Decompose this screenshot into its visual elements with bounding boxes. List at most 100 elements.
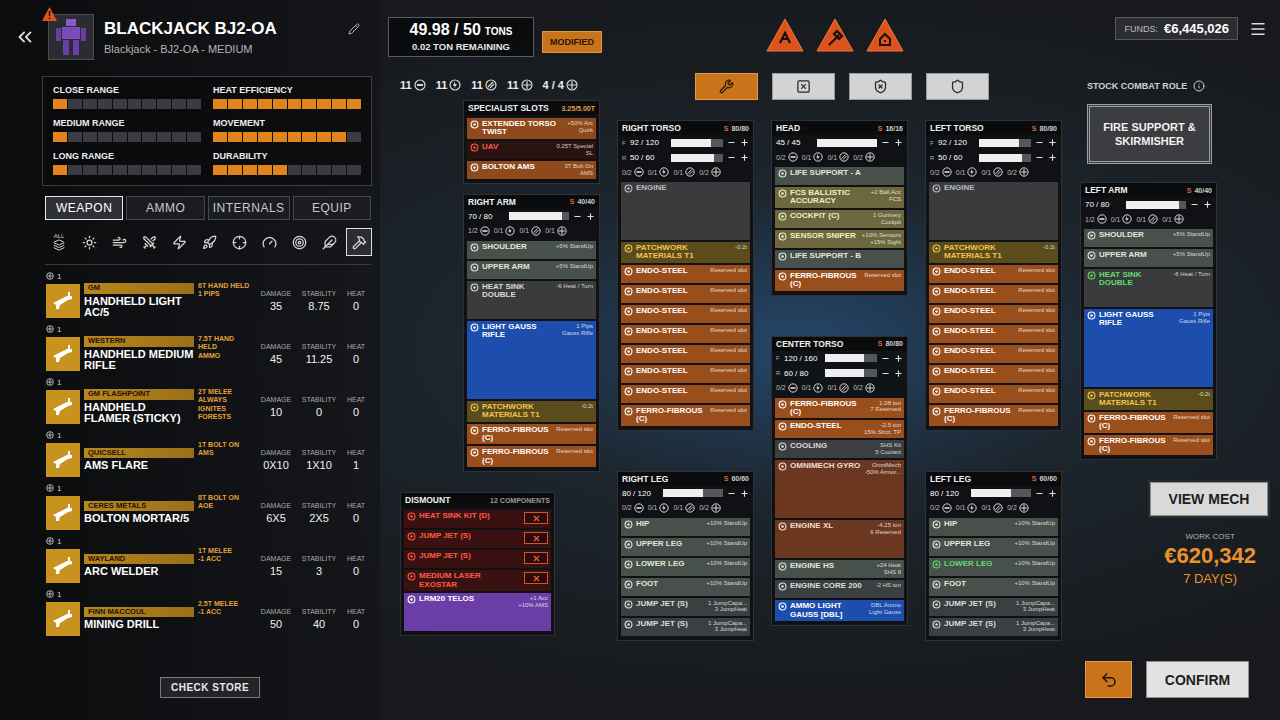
tool-button[interactable]: [849, 73, 912, 100]
component-slot[interactable]: ENDO-STEELReserved slot: [929, 265, 1058, 283]
armor-bar[interactable]: [671, 139, 723, 147]
armor-increase-button[interactable]: [893, 138, 903, 148]
component-slot[interactable]: ENDO-STEELReserved slot: [621, 365, 750, 383]
filter-button[interactable]: [166, 228, 192, 256]
component-slot[interactable]: JUMP JET (S)1 JumpCapa...3 JumpHeat: [621, 598, 750, 616]
danger-warning-icon[interactable]: [865, 17, 905, 53]
dismount-item[interactable]: JUMP JET (S): [404, 530, 551, 548]
component-slot[interactable]: FERRO-FIBROUS (C)1.08 ton7 Reserved: [775, 398, 904, 419]
dismount-item[interactable]: HEAT SINK KIT (D): [404, 510, 551, 528]
armor-increase-button[interactable]: [1047, 138, 1057, 148]
component-slot[interactable]: ENGINE CORE 200-2 HS ton: [775, 580, 904, 598]
component-slot[interactable]: JUMP JET (S)1 JumpCapa...3 JumpHeat: [621, 618, 750, 636]
armor-bar[interactable]: [663, 489, 723, 497]
armor-increase-button[interactable]: [893, 353, 903, 363]
armor-decrease-button[interactable]: [1034, 153, 1044, 163]
filter-button[interactable]: [106, 228, 132, 256]
weapon-entry[interactable]: 1GMHANDHELD LIGHT AC/56T HAND HELD1 PIPS…: [46, 271, 368, 320]
component-slot[interactable]: ENGINE: [929, 182, 1058, 240]
armor-bar[interactable]: [825, 369, 877, 377]
component-slot[interactable]: COOLINGSHS Kit5 Coolant: [775, 440, 904, 458]
component-slot[interactable]: FERRO-FIBROUS (C)Reserved slot: [1084, 435, 1213, 456]
armor-bar[interactable]: [509, 212, 569, 220]
weapon-entry[interactable]: 1GM FLASHPOINTHANDHELD FLAMER (STICKY)2T…: [46, 377, 368, 426]
armor-bar[interactable]: [817, 139, 877, 147]
armor-bar[interactable]: [979, 154, 1031, 162]
component-slot[interactable]: ENDO-STEEL-2.5 ton15% Strct. TP: [775, 420, 904, 438]
filter-button[interactable]: ALL: [46, 228, 72, 256]
component-slot[interactable]: PATCHWORK MATERIALS T1-0.2t: [1084, 389, 1213, 410]
component-slot[interactable]: LIFE SUPPORT - B: [775, 250, 904, 268]
remove-button[interactable]: [524, 512, 548, 524]
component-slot[interactable]: FERRO-FIBROUS (C)Reserved slot: [467, 446, 596, 467]
armor-increase-button[interactable]: [1047, 488, 1057, 498]
component-slot[interactable]: HIP+10% StandUp: [621, 518, 750, 536]
component-slot[interactable]: ENDO-STEELReserved slot: [621, 385, 750, 403]
edit-icon[interactable]: [348, 23, 360, 35]
component-slot[interactable]: FOOT+10% StandUp: [621, 578, 750, 596]
component-slot[interactable]: ENDO-STEELReserved slot: [621, 285, 750, 303]
check-store-button[interactable]: CHECK STORE: [160, 677, 260, 698]
armor-bar[interactable]: [825, 354, 877, 362]
component-slot[interactable]: PATCHWORK MATERIALS T1-0.2t: [621, 242, 750, 263]
armor-decrease-button[interactable]: [880, 138, 890, 148]
armor-increase-button[interactable]: [1047, 153, 1057, 163]
armor-increase-button[interactable]: [893, 368, 903, 378]
component-slot[interactable]: HEAT SINK DOUBLE-6 Heat / Turn: [467, 281, 596, 319]
armor-increase-button[interactable]: [739, 138, 749, 148]
filter-button[interactable]: [76, 228, 102, 256]
weapon-entry[interactable]: 1CERES METALSBOLTON MORTAR/58T BOLT ONAO…: [46, 483, 368, 532]
armor-bar[interactable]: [971, 489, 1031, 497]
armor-decrease-button[interactable]: [726, 488, 736, 498]
component-slot[interactable]: ENDO-STEELReserved slot: [621, 265, 750, 283]
weapon-entry[interactable]: 1QUICSELLAMS FLARE1T BOLT ONAMSDAMAGE0X1…: [46, 430, 368, 479]
component-slot[interactable]: PATCHWORK MATERIALS T1-0.2t: [929, 242, 1058, 263]
armor-increase-button[interactable]: [739, 153, 749, 163]
armor-decrease-button[interactable]: [726, 138, 736, 148]
component-slot[interactable]: ENDO-STEELReserved slot: [929, 285, 1058, 303]
back-button[interactable]: [12, 24, 38, 50]
filter-button[interactable]: [226, 228, 252, 256]
component-slot[interactable]: SENSOR SNIPER+10% Sensors+15% Sight: [775, 230, 904, 248]
component-slot[interactable]: ENDO-STEELReserved slot: [621, 345, 750, 363]
component-slot[interactable]: FERRO-FIBROUS (C)Reserved slot: [929, 405, 1058, 426]
weapon-entry[interactable]: 1FINN MACCOULMINING DRILL2.5T MELEE-1 AC…: [46, 589, 368, 638]
component-slot[interactable]: LOWER LEG+10% StandUp: [929, 558, 1058, 576]
component-slot[interactable]: LIGHT GAUSS RIFLE1 PipsGauss Rifle: [467, 321, 596, 399]
component-slot[interactable]: HEAT SINK DOUBLE-6 Heat / Turn: [1084, 269, 1213, 307]
component-slot[interactable]: ENGINE HS+24 HeatSHS 8: [775, 560, 904, 578]
filter-button[interactable]: [136, 228, 162, 256]
component-slot[interactable]: COCKPIT (C)1 GunneryCockpit: [775, 210, 904, 228]
view-mech-button[interactable]: VIEW MECH: [1150, 482, 1268, 516]
remove-button[interactable]: [524, 572, 548, 584]
repair-warning-icon[interactable]: [815, 17, 855, 53]
specialist-item[interactable]: BOLTON AMS3T Bolt OnAMS: [467, 161, 596, 179]
armor-decrease-button[interactable]: [880, 353, 890, 363]
component-slot[interactable]: UPPER LEG+10% StandUp: [621, 538, 750, 556]
armor-decrease-button[interactable]: [572, 211, 582, 221]
armor-bar[interactable]: [1126, 201, 1186, 209]
component-slot[interactable]: FOOT+10% StandUp: [929, 578, 1058, 596]
remove-button[interactable]: [524, 532, 548, 544]
component-slot[interactable]: HIP+10% StandUp: [929, 518, 1058, 536]
dismount-item[interactable]: JUMP JET (S): [404, 550, 551, 568]
component-slot[interactable]: LIGHT GAUSS RIFLE1 PipsGauss Rifle: [1084, 309, 1213, 387]
component-slot[interactable]: LIFE SUPPORT - A: [775, 167, 904, 185]
component-slot[interactable]: SHOULDER+5% StandUp: [1084, 229, 1213, 247]
component-slot[interactable]: UPPER ARM+5% StandUp: [467, 261, 596, 279]
filter-button[interactable]: [316, 228, 342, 256]
filter-button[interactable]: [256, 228, 282, 256]
weapon-entry[interactable]: 1WESTERNHANDHELD MEDIUM RIFLE7.5T HAND H…: [46, 324, 368, 373]
component-slot[interactable]: PATCHWORK MATERIALS T1-0.2t: [467, 401, 596, 422]
component-slot[interactable]: UPPER ARM+5% StandUp: [1084, 249, 1213, 267]
filter-button[interactable]: [346, 228, 372, 256]
armor-increase-button[interactable]: [1202, 200, 1212, 210]
armor-bar[interactable]: [671, 154, 723, 162]
armor-increase-button[interactable]: [739, 488, 749, 498]
armor-decrease-button[interactable]: [1189, 200, 1199, 210]
confirm-button[interactable]: CONFIRM: [1146, 661, 1249, 698]
armor-bar[interactable]: [979, 139, 1031, 147]
filter-button[interactable]: [196, 228, 222, 256]
component-slot[interactable]: ENDO-STEELReserved slot: [621, 305, 750, 323]
armor-decrease-button[interactable]: [1034, 138, 1044, 148]
